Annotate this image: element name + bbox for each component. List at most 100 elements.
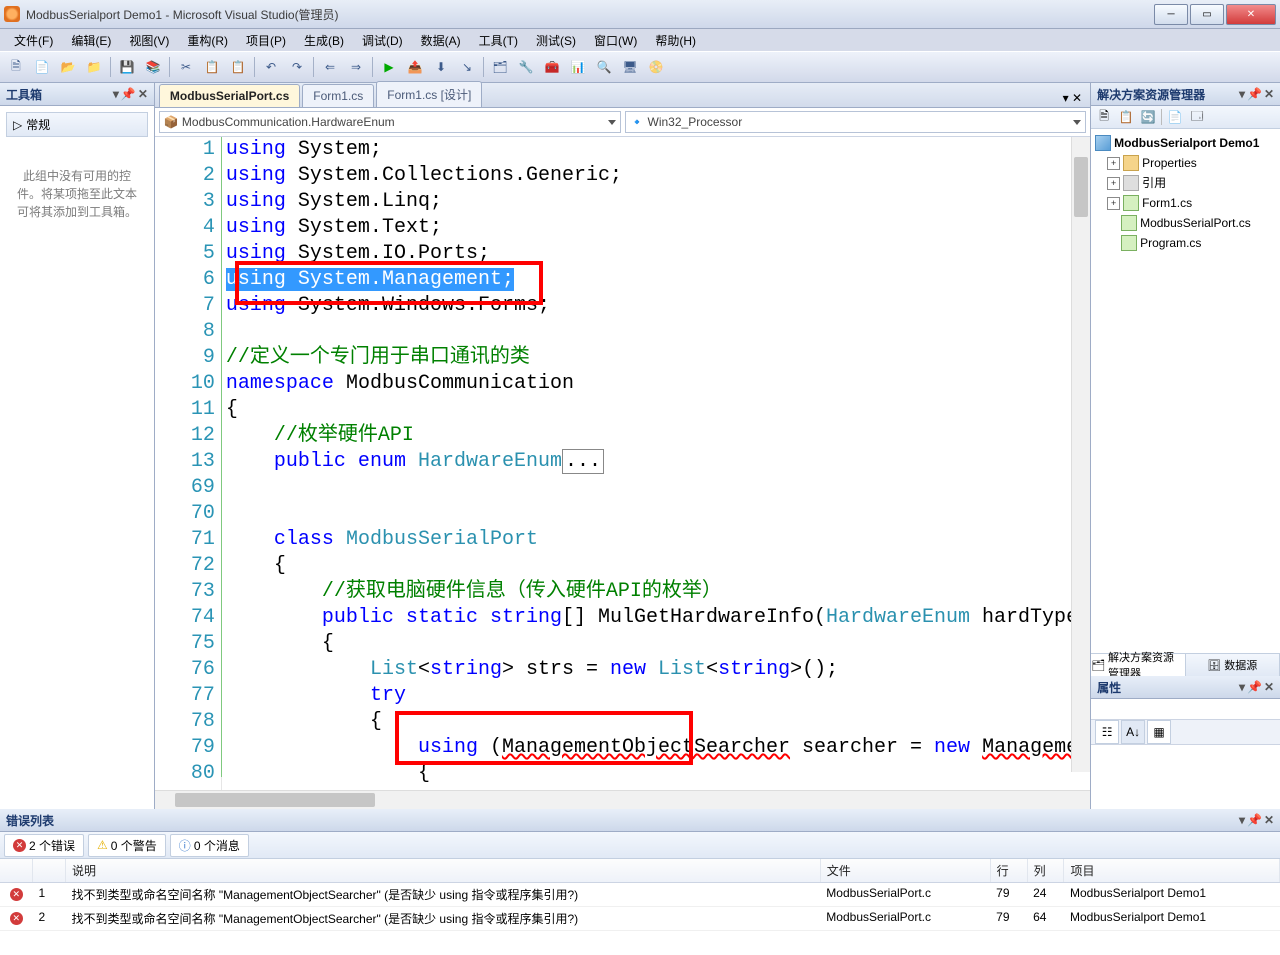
nav-fwd-button[interactable]: ⇒ <box>344 55 368 79</box>
undo-button[interactable]: ↶ <box>259 55 283 79</box>
class-view-button[interactable]: 📊 <box>566 55 590 79</box>
maximize-button[interactable]: ▭ <box>1190 4 1224 25</box>
step-into-button[interactable]: ↘ <box>455 55 479 79</box>
tab-overflow-button[interactable]: ▾ ✕ <box>1055 89 1090 107</box>
vs-icon <box>4 6 20 22</box>
vertical-scrollbar[interactable] <box>1071 137 1090 772</box>
solution-explorer-button[interactable]: 🗂 <box>488 55 512 79</box>
pin-icon[interactable]: 📌 <box>1247 680 1262 694</box>
tree-item[interactable]: + Form1.cs <box>1095 193 1276 213</box>
line-number-gutter: 1234567891011121369707172737475767778798… <box>155 137 222 790</box>
document-tab[interactable]: Form1.cs <box>302 84 374 107</box>
menu-item[interactable]: 数据(A) <box>413 30 469 51</box>
close-button[interactable]: ✕ <box>1226 4 1276 25</box>
pin-icon[interactable]: 📌 <box>121 87 136 101</box>
paste-button[interactable]: 📋 <box>226 55 250 79</box>
menu-item[interactable]: 窗口(W) <box>586 30 645 51</box>
menu-item[interactable]: 项目(P) <box>238 30 294 51</box>
object-browser-button[interactable]: 🔍 <box>592 55 616 79</box>
alphabetical-button[interactable]: A↓ <box>1121 720 1145 744</box>
server-explorer-button[interactable]: 🖥 <box>618 55 642 79</box>
show-all-icon[interactable]: 📋 <box>1117 108 1135 126</box>
properties-icon[interactable]: 🗎 <box>1095 108 1113 126</box>
close-panel-icon[interactable]: ✕ <box>1264 813 1274 827</box>
close-panel-icon[interactable]: ✕ <box>1264 680 1274 694</box>
nav-back-button[interactable]: ⇐ <box>318 55 342 79</box>
dropdown-icon[interactable]: ▾ <box>113 87 119 101</box>
solution-icon: 🗂 <box>1091 659 1105 672</box>
tree-label: Form1.cs <box>1142 194 1192 212</box>
csharp-file-icon <box>1121 235 1137 251</box>
minimize-button[interactable]: ─ <box>1154 4 1188 25</box>
pin-icon[interactable]: 📌 <box>1247 87 1262 101</box>
menu-item[interactable]: 帮助(H) <box>647 30 704 51</box>
toolbox-button[interactable]: 🧰 <box>540 55 564 79</box>
error-row[interactable]: ✕2找不到类型或命名空间名称 "ManagementObjectSearcher… <box>0 907 1280 931</box>
copy-button[interactable]: 📋 <box>200 55 224 79</box>
main-toolbar: 🗎 📄 📂 📁 💾 📚 ✂ 📋 📋 ↶ ↷ ⇐ ⇒ ▶ 📤 ⬇ ↘ 🗂 🔧 🧰 … <box>0 51 1280 83</box>
refresh-icon[interactable]: 🔄 <box>1139 108 1157 126</box>
menu-item[interactable]: 重构(R) <box>179 30 236 51</box>
close-panel-icon[interactable]: ✕ <box>1264 87 1274 101</box>
property-object-combo[interactable] <box>1091 699 1280 720</box>
expand-icon[interactable]: + <box>1107 177 1120 190</box>
errors-filter[interactable]: ✕ 2 个错误 <box>4 834 84 857</box>
document-tab[interactable]: ModbusSerialPort.cs <box>159 84 300 107</box>
horizontal-scrollbar[interactable] <box>155 790 1090 809</box>
error-table[interactable]: 说明文件行列项目 ✕1找不到类型或命名空间名称 "ManagementObjec… <box>0 859 1280 955</box>
tree-item[interactable]: + Properties <box>1095 153 1276 173</box>
debug-config-button[interactable]: 📤 <box>403 55 427 79</box>
warnings-filter[interactable]: ⚠ 0 个警告 <box>88 834 166 857</box>
tree-item[interactable]: + 引用 <box>1095 173 1276 193</box>
error-row[interactable]: ✕1找不到类型或命名空间名称 "ManagementObjectSearcher… <box>0 883 1280 907</box>
start-debug-button[interactable]: ▶ <box>377 55 401 79</box>
menu-item[interactable]: 编辑(E) <box>63 30 119 51</box>
tree-root[interactable]: ModbusSerialport Demo1 <box>1095 133 1276 153</box>
open-file-button[interactable]: 📁 <box>82 55 106 79</box>
type-combo[interactable]: 📦 ModbusCommunication.HardwareEnum <box>159 111 621 133</box>
menu-item[interactable]: 视图(V) <box>121 30 177 51</box>
dropdown-icon[interactable]: ▾ <box>1239 87 1245 101</box>
step-over-button[interactable]: ⬇ <box>429 55 453 79</box>
toolbox-category[interactable]: ▷ 常规 <box>6 112 148 137</box>
save-all-button[interactable]: 📚 <box>141 55 165 79</box>
view-code-icon[interactable]: 📄 <box>1166 108 1184 126</box>
member-combo[interactable]: 🔹 Win32_Processor <box>625 111 1087 133</box>
properties-button[interactable]: 🔧 <box>514 55 538 79</box>
save-button[interactable]: 💾 <box>115 55 139 79</box>
new-project-button[interactable]: 🗎 <box>4 55 28 79</box>
pin-icon[interactable]: 📌 <box>1247 813 1262 827</box>
tree-item[interactable]: Program.cs <box>1095 233 1276 253</box>
data-sources-button[interactable]: 📀 <box>644 55 668 79</box>
dropdown-icon[interactable]: ▾ <box>1239 813 1245 827</box>
chevron-down-icon <box>1073 120 1081 125</box>
menu-item[interactable]: 调试(D) <box>354 30 411 51</box>
code-editor[interactable]: 1234567891011121369707172737475767778798… <box>155 137 1090 790</box>
menu-item[interactable]: 工具(T) <box>471 30 526 51</box>
window-titlebar: ModbusSerialport Demo1 - Microsoft Visua… <box>0 0 1280 29</box>
cut-button[interactable]: ✂ <box>174 55 198 79</box>
categorized-button[interactable]: ☷ <box>1095 720 1119 744</box>
new-file-button[interactable]: 📄 <box>30 55 54 79</box>
expand-icon[interactable]: + <box>1107 197 1120 210</box>
tab-data-sources[interactable]: 🗄 数据源 <box>1186 654 1280 676</box>
menu-item[interactable]: 文件(F) <box>6 30 61 51</box>
toolbox-title: 工具箱 <box>6 86 42 103</box>
expand-icon[interactable]: + <box>1107 157 1120 170</box>
menu-item[interactable]: 测试(S) <box>528 30 584 51</box>
view-designer-icon[interactable]: 🗔 <box>1188 108 1206 126</box>
property-pages-button[interactable]: ▦ <box>1147 720 1171 744</box>
document-tab[interactable]: Form1.cs [设计] <box>376 81 482 107</box>
code-content[interactable]: using System;using System.Collections.Ge… <box>222 137 1090 790</box>
open-button[interactable]: 📂 <box>56 55 80 79</box>
properties-grid[interactable] <box>1091 745 1280 809</box>
tab-solution-explorer[interactable]: 🗂 解决方案资源管理器 <box>1091 654 1185 676</box>
menu-item[interactable]: 生成(B) <box>296 30 352 51</box>
solution-tree[interactable]: ModbusSerialport Demo1 + Properties + 引用… <box>1091 129 1280 653</box>
dropdown-icon[interactable]: ▾ <box>1239 680 1245 694</box>
tree-item[interactable]: ModbusSerialPort.cs <box>1095 213 1276 233</box>
member-combo-text: Win32_Processor <box>648 115 743 129</box>
messages-filter[interactable]: ⓘ 0 个消息 <box>170 834 249 857</box>
close-panel-icon[interactable]: ✕ <box>138 87 148 101</box>
redo-button[interactable]: ↷ <box>285 55 309 79</box>
